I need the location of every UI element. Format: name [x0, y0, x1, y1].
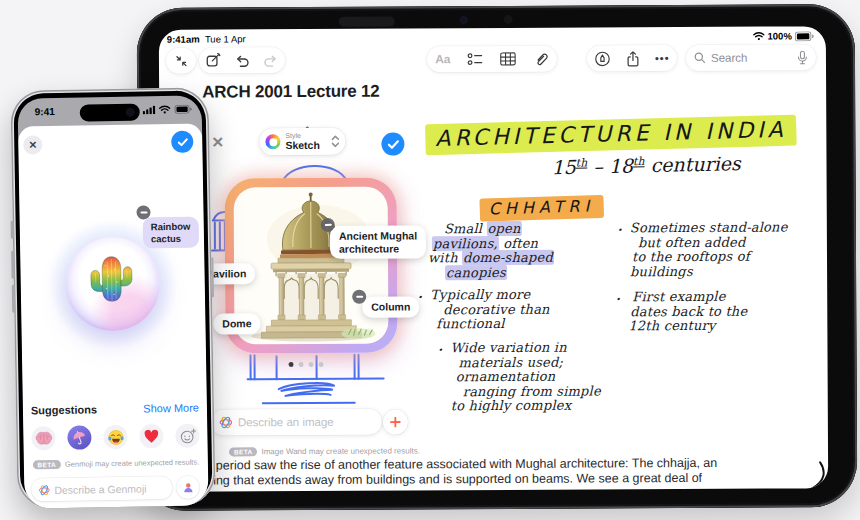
beta-note-text: Image Wand may create unexpected results… — [261, 446, 419, 456]
hw-section-highlight: CHHATRI — [479, 195, 603, 222]
collapse-button[interactable] — [166, 48, 196, 74]
ipad-camera-lens2-icon — [504, 15, 513, 24]
genmoji-sheet: ✕ — [18, 123, 209, 508]
attachment-button[interactable] — [533, 51, 549, 67]
iphone-volume-down-button — [12, 285, 15, 313]
cellular-icon — [143, 105, 156, 114]
battery-icon — [795, 31, 814, 41]
note-body-line2: ning that extends away from buildings an… — [206, 470, 717, 487]
style-selector[interactable]: StyleSketch — [259, 128, 345, 155]
suggestion-heart-emoji[interactable] — [139, 424, 163, 448]
search-placeholder: Search — [711, 51, 797, 63]
tools-toolbar: ••• — [587, 45, 677, 71]
edit-toolbar — [199, 47, 285, 73]
hw-bullet-right2: First exampledates back to the12th centu… — [628, 290, 747, 334]
wifi-icon — [753, 32, 765, 41]
genmoji-tag[interactable]: Rainbowcactus — [143, 217, 199, 249]
hw-heading: ARCHITECTURE IN INDIA — [425, 115, 797, 156]
search-field[interactable]: Search — [686, 44, 816, 71]
wifi-icon — [159, 105, 171, 114]
dynamic-island — [80, 104, 140, 122]
markup-button[interactable] — [594, 50, 611, 67]
apple-intelligence-icon — [38, 484, 50, 496]
genmoji-beta-note: BETA Genmoji may create unexpected resul… — [24, 457, 208, 469]
suggestions-label: Suggestions — [31, 403, 97, 416]
chevron-up-down-icon — [331, 135, 339, 148]
style-value: Sketch — [285, 140, 331, 151]
suggestion-laughing-emoji[interactable] — [103, 425, 127, 449]
wand-close-button[interactable]: ✕ — [211, 133, 224, 151]
genmoji-confirm-button[interactable] — [171, 131, 193, 153]
iphone-action-button — [11, 221, 14, 239]
table-button[interactable] — [500, 52, 516, 66]
share-button[interactable] — [626, 50, 640, 67]
style-color-ring-icon — [265, 134, 280, 149]
beta-note-text: Genmoji may create unexpected results. — [65, 458, 199, 469]
battery-percent: 100% — [768, 30, 792, 41]
hw-subheading: 15th – 18th centuries — [551, 152, 741, 178]
beta-badge: BETA — [32, 460, 61, 469]
iphone-status-time: 9:41 — [35, 106, 55, 117]
hw-bullet-right1: Sometimes stand-alonebut often addedto t… — [630, 220, 788, 279]
describe-image-placeholder: Describe an image — [238, 416, 334, 429]
hw-bullet-left2: Typically moredecorative thanfunctional — [430, 288, 550, 332]
ipad-camera-housing — [339, 17, 395, 27]
person-icon — [182, 481, 194, 493]
hw-heading-highlight: ARCHITECTURE IN INDIA — [425, 115, 797, 156]
text-format-button[interactable]: Aa — [435, 52, 450, 66]
ipad-status-left: 9:41am Tue 1 Apr — [167, 33, 246, 44]
show-more-link[interactable]: Show More — [143, 402, 199, 415]
ipad-camera-lens-icon — [461, 17, 467, 23]
describe-genmoji-input[interactable]: Describe a Genmoji — [31, 476, 172, 501]
tag-dome[interactable]: Dome — [213, 313, 260, 334]
tag-ancient-mughal[interactable]: Ancient Mughalarchitecture — [330, 225, 426, 259]
person-button[interactable] — [176, 476, 199, 499]
hw-section: CHHATRI — [479, 195, 603, 222]
page-dots[interactable] — [289, 362, 324, 367]
remove-tag-column-button[interactable] — [352, 290, 366, 304]
ipad-status-right: 100% — [753, 30, 814, 41]
checkmark-icon — [177, 137, 188, 146]
hw-bullet-left3: Wide variation inmaterials used;ornament… — [450, 340, 600, 413]
microphone-icon[interactable] — [797, 50, 808, 65]
genmoji-close-button[interactable]: ✕ — [23, 135, 42, 154]
battery-icon — [174, 105, 193, 114]
note-body-text: s period saw the rise of another feature… — [206, 456, 717, 488]
ipad-status-date: Tue 1 Apr — [205, 33, 246, 44]
suggestion-brain-emoji[interactable] — [31, 426, 55, 450]
tag-column[interactable]: Column — [362, 296, 419, 317]
hw-bullet-left1: Small openpavilions, oftenwith dome-shap… — [428, 222, 554, 281]
checklist-button[interactable] — [467, 52, 484, 66]
page: 9:41am Tue 1 Apr 100% Aa ••• S — [0, 0, 860, 520]
apple-intelligence-icon — [219, 415, 233, 429]
suggestion-umbrella-genmoji[interactable] — [67, 425, 91, 449]
add-image-button[interactable] — [383, 409, 408, 434]
note-title: ARCH 2001 Lecture 12 — [202, 82, 380, 103]
describe-image-input[interactable]: Describe an image — [211, 409, 382, 436]
rainbow-cactus-genmoji — [88, 253, 135, 310]
ipad-status-time: 9:41am — [167, 34, 200, 45]
new-genmoji-button[interactable] — [175, 424, 199, 448]
describe-genmoji-placeholder: Describe a Genmoji — [54, 482, 146, 496]
search-icon — [694, 52, 706, 64]
compose-button[interactable] — [205, 52, 222, 68]
more-button[interactable]: ••• — [655, 52, 670, 64]
undo-button[interactable] — [234, 53, 250, 68]
iphone-volume-up-button — [11, 251, 14, 279]
plus-icon — [390, 417, 401, 428]
remove-tag-mughal-button[interactable] — [321, 218, 335, 232]
ipad-screen: 9:41am Tue 1 Apr 100% Aa ••• S — [159, 26, 828, 491]
wand-beta-note: BETA Image Wand may create unexpected re… — [229, 446, 420, 456]
beta-badge: BETA — [229, 447, 257, 456]
iphone-screen: 9:41 ✕ — [18, 95, 209, 508]
checkmark-icon — [387, 139, 399, 149]
wand-confirm-button[interactable] — [381, 132, 404, 155]
redo-button[interactable] — [263, 53, 279, 68]
collapse-icon — [173, 53, 188, 68]
format-toolbar: Aa — [427, 46, 557, 73]
iphone-status-icons — [143, 105, 193, 115]
iphone-device: 9:41 ✕ — [10, 87, 215, 508]
